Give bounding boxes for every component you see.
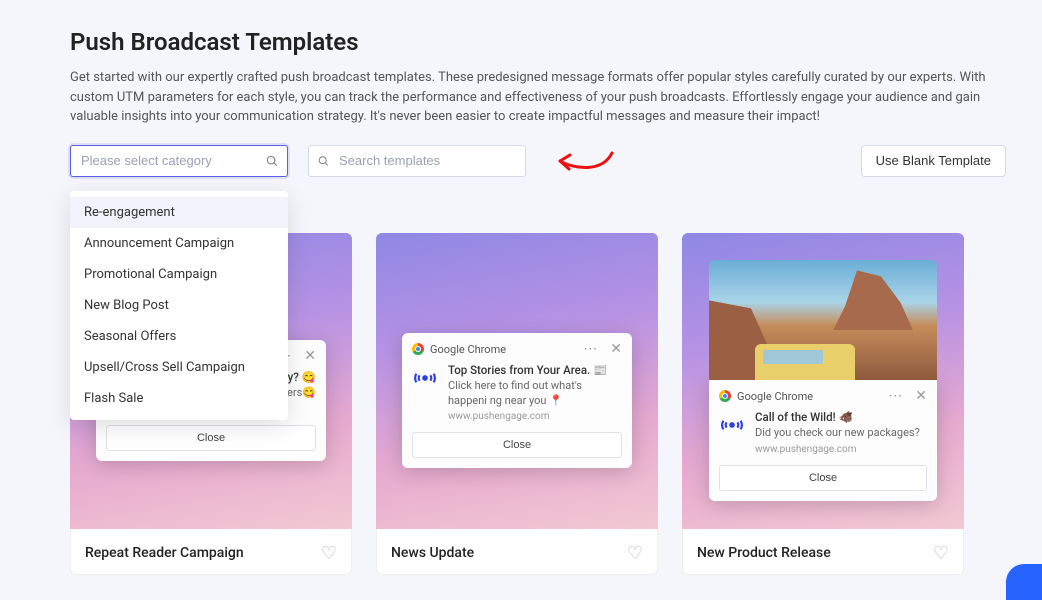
card-title: Repeat Reader Campaign (85, 545, 244, 561)
card-title: New Product Release (697, 545, 831, 561)
dropdown-item-announcement[interactable]: Announcement Campaign (70, 228, 288, 259)
annotation-arrow-icon (554, 145, 616, 177)
category-input[interactable] (70, 145, 288, 177)
search-input[interactable] (308, 145, 526, 177)
notif-url: www.pushengage.com (755, 444, 927, 455)
heart-icon[interactable]: ♡ (933, 543, 949, 564)
notif-close-button[interactable]: Close (106, 425, 316, 451)
chrome-icon (719, 390, 731, 402)
notification-mock: Google Chrome ⋯ ✕ Top Stories from Your … (402, 333, 632, 468)
dropdown-item-flash-sale[interactable]: Flash Sale (70, 383, 288, 414)
controls-row: Re-engagement Announcement Campaign Prom… (70, 145, 1006, 177)
notif-title: Top Stories from Your Area. 📰 (448, 363, 622, 377)
use-blank-template-button[interactable]: Use Blank Template (861, 145, 1006, 177)
search-icon (317, 154, 330, 167)
category-select[interactable]: Re-engagement Announcement Campaign Prom… (70, 145, 288, 177)
notif-title: Call of the Wild! 🐗 (755, 410, 927, 424)
page-title: Push Broadcast Templates (70, 28, 1006, 56)
heart-icon[interactable]: ♡ (321, 543, 337, 564)
notif-close-button[interactable]: Close (719, 465, 927, 491)
notif-url: www.pushengage.com (448, 411, 622, 422)
notif-hero-image (709, 260, 937, 380)
dropdown-item-upsell[interactable]: Upsell/Cross Sell Campaign (70, 352, 288, 383)
chrome-icon (412, 343, 424, 355)
card-preview: Google Chrome ⋯ ✕ Call of the Wild! 🐗 Di… (682, 233, 964, 529)
close-icon[interactable]: ✕ (304, 348, 316, 364)
search-icon (265, 154, 279, 168)
notification-mock: Google Chrome ⋯ ✕ Call of the Wild! 🐗 Di… (709, 380, 937, 500)
search-field-wrap (308, 145, 526, 177)
template-card[interactable]: Google Chrome ⋯ ✕ Call of the Wild! 🐗 Di… (682, 233, 964, 575)
card-preview: Google Chrome ⋯ ✕ Top Stories from Your … (376, 233, 658, 529)
card-title: News Update (391, 545, 474, 561)
heart-icon[interactable]: ♡ (627, 543, 643, 564)
more-icon: ⋯ (888, 388, 903, 404)
notif-close-button[interactable]: Close (412, 432, 622, 458)
help-fab-button[interactable] (1006, 564, 1042, 600)
page-description: Get started with our expertly crafted pu… (70, 68, 990, 127)
close-icon[interactable]: ✕ (915, 388, 927, 404)
close-icon[interactable]: ✕ (610, 341, 622, 357)
category-dropdown: Re-engagement Announcement Campaign Prom… (70, 191, 288, 420)
template-card[interactable]: Google Chrome ⋯ ✕ Top Stories from Your … (376, 233, 658, 575)
more-icon: ⋯ (583, 341, 598, 357)
dropdown-item-re-engagement[interactable]: Re-engagement (70, 197, 288, 228)
dropdown-item-promotional[interactable]: Promotional Campaign (70, 259, 288, 290)
notif-message: Click here to find out what's happeni ng… (448, 379, 622, 408)
broadcast-icon (412, 365, 438, 391)
broadcast-icon (719, 412, 745, 438)
dropdown-item-seasonal[interactable]: Seasonal Offers (70, 321, 288, 352)
dropdown-item-new-blog[interactable]: New Blog Post (70, 290, 288, 321)
notif-app-name: Google Chrome (430, 343, 506, 356)
notif-message: Did you check our new packages? (755, 426, 927, 440)
notif-app-name: Google Chrome (737, 390, 813, 403)
